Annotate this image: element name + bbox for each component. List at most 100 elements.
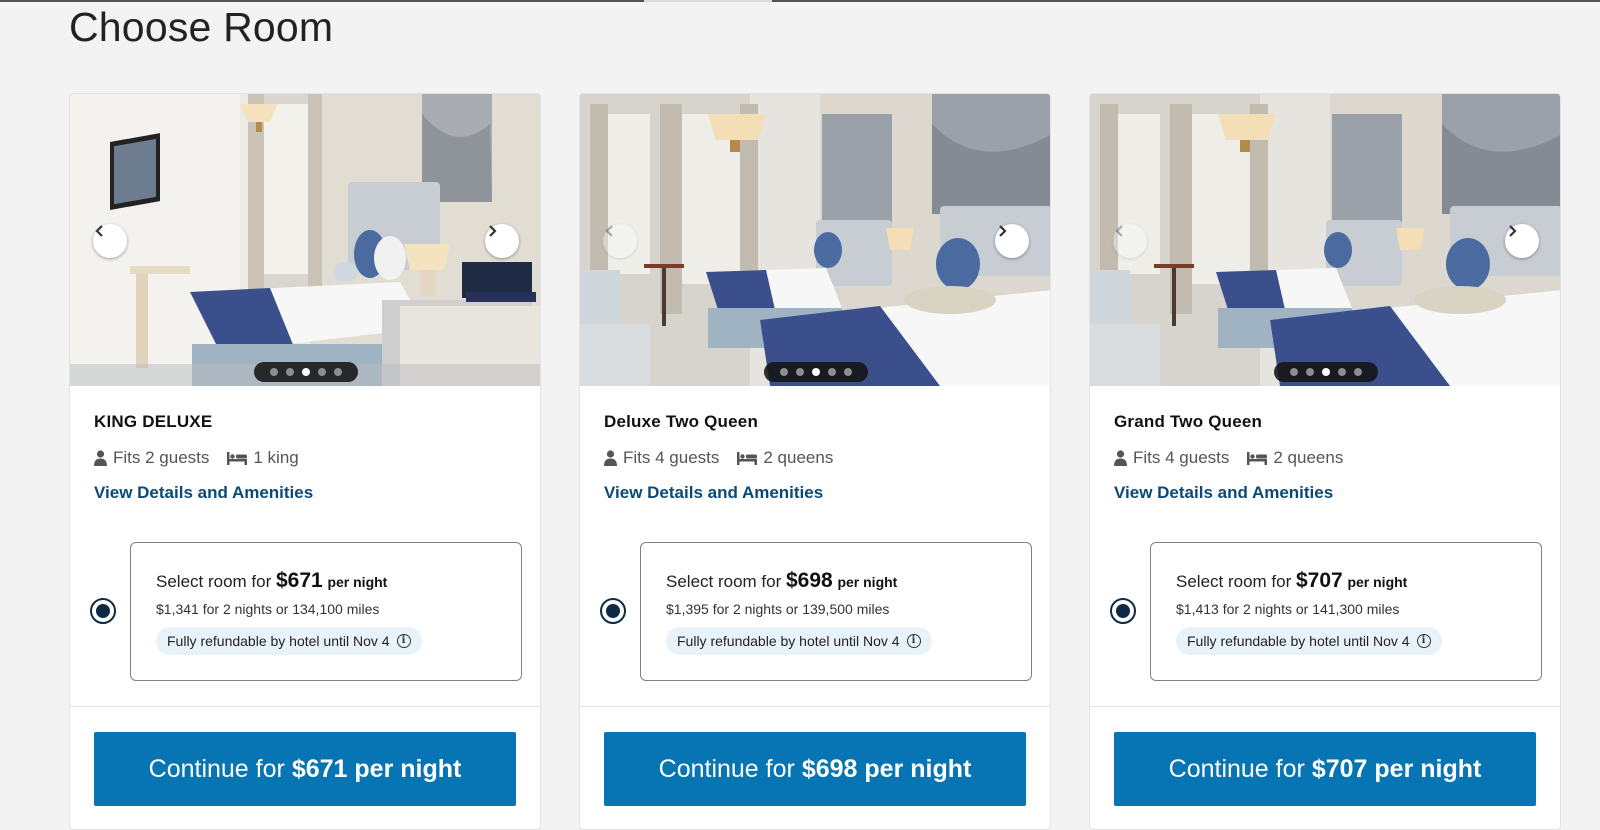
pagination-dot-active[interactable] [812,368,820,376]
pagination-dot-active[interactable] [302,368,310,376]
photo-pagination [1274,362,1378,382]
room-photo[interactable] [70,94,540,386]
bed-icon [737,452,758,465]
room-card-grand-two-queen: Grand Two Queen Fits 4 guests 2 queens V… [1089,93,1561,830]
refund-policy-text: Fully refundable by hotel until Nov 4 [167,633,390,649]
chevron-left-icon [95,225,103,237]
view-details-link[interactable]: View Details and Amenities [604,483,823,503]
rate-price-line: Select room for $707 per night [1176,569,1407,593]
total-price: $1,395 for 2 nights or 139,500 miles [666,601,890,617]
info-icon[interactable]: i [396,634,411,648]
view-details-link[interactable]: View Details and Amenities [1114,483,1333,503]
bed-type-text: 2 queens [1273,448,1344,467]
previous-photo-button[interactable] [93,224,127,258]
pagination-dot[interactable] [828,368,836,376]
guest-capacity: Fits 4 guests [1114,448,1229,468]
radio-selected-dot [606,604,620,618]
per-night-label: per night [1347,574,1408,590]
guest-capacity: Fits 4 guests [604,448,719,468]
room-rate-radio[interactable] [1110,598,1136,624]
rate-price-line: Select room for $671 per night [156,569,387,593]
nightly-price: $707 [1296,569,1343,592]
info-icon[interactable]: i [906,634,921,648]
room-rate-radio[interactable] [600,598,626,624]
select-room-label: Select room for [156,572,272,591]
continue-prefix: Continue for [1168,754,1305,783]
room-features: Fits 4 guests 2 queens [604,448,851,468]
pagination-dot[interactable] [1290,368,1298,376]
person-icon [94,450,107,466]
pagination-dot[interactable] [270,368,278,376]
continue-price: $698 per night [801,754,972,783]
room-cards: KING DELUXE Fits 2 guests 1 king View De… [69,93,1600,830]
continue-button[interactable]: Continue for $671 per night [94,732,516,806]
room-card-king-deluxe: KING DELUXE Fits 2 guests 1 king View De… [69,93,541,830]
pagination-dot[interactable] [780,368,788,376]
chevron-left-icon [605,225,613,237]
pagination-dot[interactable] [796,368,804,376]
pagination-dot-active[interactable] [1322,368,1330,376]
refund-policy-text: Fully refundable by hotel until Nov 4 [677,633,900,649]
bed-type-text: 2 queens [763,448,834,467]
refund-policy-text: Fully refundable by hotel until Nov 4 [1187,633,1410,649]
continue-prefix: Continue for [658,754,795,783]
previous-photo-button[interactable] [1113,224,1147,258]
room-photo[interactable] [1090,94,1560,386]
next-photo-button[interactable] [1505,224,1539,258]
select-room-label: Select room for [1176,572,1292,591]
next-photo-button[interactable] [995,224,1029,258]
guest-capacity-text: Fits 2 guests [113,448,210,467]
chevron-left-icon [1115,225,1123,237]
guest-capacity-text: Fits 4 guests [1133,448,1230,467]
nightly-price: $698 [786,569,833,592]
chevron-right-icon [1509,225,1517,237]
photo-pagination [764,362,868,382]
room-photo[interactable] [580,94,1050,386]
pagination-dot[interactable] [1338,368,1346,376]
top-border [0,0,1600,2]
top-border-highlight [644,0,772,2]
pagination-dot[interactable] [844,368,852,376]
previous-photo-button[interactable] [603,224,637,258]
nightly-price: $671 [276,569,323,592]
refund-policy-badge: Fully refundable by hotel until Nov 4 i [1176,627,1442,655]
room-name: KING DELUXE [94,412,213,431]
page-title: Choose Room [69,4,334,50]
info-icon[interactable]: i [1416,634,1431,648]
pagination-dot[interactable] [334,368,342,376]
next-photo-button[interactable] [485,224,519,258]
room-name: Deluxe Two Queen [604,412,759,431]
guest-capacity-text: Fits 4 guests [623,448,720,467]
person-icon [604,450,617,466]
bed-type: 1 king [227,448,299,468]
room-name: Grand Two Queen [1114,412,1263,431]
room-photo-image [580,94,1050,386]
room-photo-image [70,94,540,386]
continue-button[interactable]: Continue for $698 per night [604,732,1026,806]
continue-price: $671 per night [291,754,462,783]
pagination-dot[interactable] [286,368,294,376]
radio-selected-dot [1116,604,1130,618]
rate-option[interactable]: Select room for $698 per night $1,395 fo… [640,542,1032,681]
bed-type: 2 queens [1247,448,1343,468]
chevron-right-icon [489,225,497,237]
pagination-dot[interactable] [318,368,326,376]
continue-price: $707 per night [1311,754,1482,783]
pagination-dot[interactable] [1306,368,1314,376]
divider [70,706,540,707]
total-price: $1,341 for 2 nights or 134,100 miles [156,601,380,617]
bed-type-text: 1 king [253,448,299,467]
bed-icon [1247,452,1268,465]
chevron-right-icon [999,225,1007,237]
view-details-link[interactable]: View Details and Amenities [94,483,313,503]
divider [1090,706,1560,707]
continue-button[interactable]: Continue for $707 per night [1114,732,1536,806]
room-rate-radio[interactable] [90,598,116,624]
refund-policy-badge: Fully refundable by hotel until Nov 4 i [156,627,422,655]
per-night-label: per night [327,574,388,590]
rate-option[interactable]: Select room for $707 per night $1,413 fo… [1150,542,1542,681]
room-photo-image [1090,94,1560,386]
rate-option[interactable]: Select room for $671 per night $1,341 fo… [130,542,522,681]
guest-capacity: Fits 2 guests [94,448,209,468]
pagination-dot[interactable] [1354,368,1362,376]
